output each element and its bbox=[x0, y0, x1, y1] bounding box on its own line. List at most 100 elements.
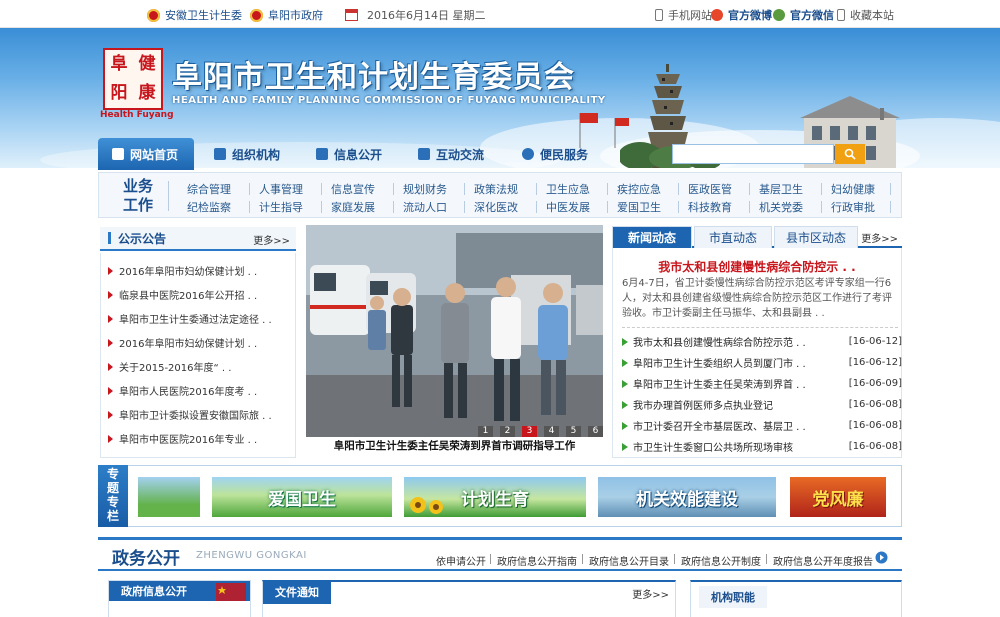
nav-info-disclosure[interactable]: 信息公开 bbox=[316, 138, 382, 170]
nav-services[interactable]: 便民服务 bbox=[522, 138, 588, 170]
arrow-icon bbox=[622, 442, 628, 451]
topic-patriotic-health[interactable]: 爱国卫生 bbox=[212, 477, 392, 517]
list-item[interactable]: 市卫生计生委窗口公共场所现场审核 [16-06-08] bbox=[622, 439, 902, 454]
weibo-link[interactable]: 官方微博 bbox=[711, 7, 772, 23]
announcements-list bbox=[100, 253, 296, 458]
mobile-site-link[interactable]: 手机网站 bbox=[655, 7, 712, 23]
list-item[interactable]: 关于2015-2016年度“ . . bbox=[108, 359, 298, 374]
business-link[interactable]: 深化医改 bbox=[474, 199, 518, 215]
list-item[interactable]: 2016年阜阳市妇幼保健计划 . . bbox=[108, 263, 298, 278]
nav-home[interactable]: 网站首页 bbox=[98, 138, 194, 170]
topic-banner-partial[interactable] bbox=[138, 477, 200, 517]
tab-org-functions[interactable]: 机构职能 bbox=[699, 586, 767, 608]
wechat-link[interactable]: 官方微信 bbox=[773, 7, 834, 23]
site-title: 阜阳市卫生和计划生育委员会 bbox=[172, 60, 575, 95]
news-summary: 6月4-7日，省卫计委慢性病综合防控示范区考评专家组一行6人，对太和县创建省级慢… bbox=[622, 278, 892, 319]
business-link[interactable]: 政策法规 bbox=[474, 181, 518, 197]
business-link[interactable]: 卫生应急 bbox=[546, 181, 590, 197]
list-item-date: [16-06-08] bbox=[848, 399, 902, 410]
slide-page-button[interactable]: 4 bbox=[544, 426, 559, 437]
business-title-line: 业务 bbox=[122, 177, 153, 195]
list-item[interactable]: 阜阳市卫计委拟设置安徽国际旅 . . bbox=[108, 407, 298, 422]
business-link[interactable]: 中医发展 bbox=[546, 199, 590, 215]
topic-family-planning[interactable]: 计划生育 bbox=[404, 477, 586, 517]
tab-county-news[interactable]: 县市区动态 bbox=[774, 226, 858, 248]
gov-link[interactable]: 政府信息公开指南 bbox=[497, 553, 577, 568]
arrow-icon bbox=[108, 338, 113, 347]
divider bbox=[168, 181, 169, 211]
business-link[interactable]: 科技教育 bbox=[688, 199, 732, 215]
list-item[interactable]: 阜阳市卫生计生委主任吴荣涛到界首 . . [16-06-09] bbox=[622, 376, 902, 391]
business-link[interactable]: 综合管理 bbox=[187, 181, 231, 197]
business-link[interactable]: 妇幼健康 bbox=[831, 181, 875, 197]
list-item[interactable]: 2016年阜阳市妇幼保健计划 . . bbox=[108, 335, 298, 350]
bookmark-link[interactable]: 收藏本站 bbox=[837, 7, 894, 23]
news-headline[interactable]: 我市太和县创建慢性病综合防控示 . . bbox=[612, 258, 902, 275]
slide-page-button[interactable]: 5 bbox=[566, 426, 581, 437]
arrow-icon bbox=[108, 410, 113, 419]
gov-info-tab[interactable]: 政府信息公开 bbox=[109, 581, 199, 601]
list-item[interactable]: 我市办理首例医师多点执业登记 [16-06-08] bbox=[622, 397, 902, 412]
nav-interaction[interactable]: 互动交流 bbox=[418, 138, 484, 170]
gov-link[interactable]: 政府信息公开制度 bbox=[681, 553, 761, 568]
site-title-english: HEALTH AND FAMILY PLANNING COMMISSION OF… bbox=[172, 95, 606, 106]
city-government-link[interactable]: 阜阳市政府 bbox=[250, 7, 323, 23]
news-slideshow-image[interactable] bbox=[306, 225, 603, 437]
divider bbox=[490, 554, 491, 564]
tab-file-notice[interactable]: 文件通知 bbox=[263, 580, 331, 604]
arrow-icon bbox=[108, 386, 113, 395]
slide-caption[interactable]: 阜阳市卫生计生委主任吴荣涛到界首市调研指导工作 bbox=[306, 438, 603, 453]
news-more-link[interactable]: 更多>> bbox=[861, 230, 898, 245]
list-item-title: 市卫生计生委窗口公共场所现场审核 bbox=[633, 443, 793, 454]
business-link[interactable]: 基层卫生 bbox=[759, 181, 803, 197]
calendar-icon bbox=[345, 9, 358, 21]
search-button[interactable] bbox=[835, 144, 865, 164]
gov-link[interactable]: 政府信息公开目录 bbox=[589, 553, 669, 568]
list-item[interactable]: 阜阳市卫生计生委通过法定途径 . . bbox=[108, 311, 298, 326]
topic-title: 机关效能建设 bbox=[636, 489, 738, 510]
search-input[interactable] bbox=[672, 144, 834, 164]
list-item[interactable]: 市卫计委召开全市基层医改、基层卫 . . [16-06-08] bbox=[622, 418, 902, 433]
logo-char: 阳 bbox=[110, 83, 128, 103]
list-item[interactable]: 阜阳市卫生计生委组织人员到厦门市 . . [16-06-12] bbox=[622, 355, 902, 370]
list-item[interactable]: 阜阳市人民医院2016年度考 . . bbox=[108, 383, 298, 398]
bookmark-icon bbox=[837, 9, 845, 21]
slide-page-button[interactable]: 2 bbox=[500, 426, 515, 437]
arrow-right-icon[interactable] bbox=[875, 551, 888, 564]
gov-link[interactable]: 依申请公开 bbox=[436, 553, 486, 568]
list-item[interactable]: 临泉县中医院2016年公开招 . . bbox=[108, 287, 298, 302]
file-notice-more-link[interactable]: 更多>> bbox=[632, 586, 669, 601]
site-logo[interactable]: 阜 健 阳 康 bbox=[103, 48, 163, 110]
news-tabs: 新闻动态 市直动态 县市区动态 更多>> bbox=[612, 226, 902, 248]
document-icon bbox=[316, 148, 328, 160]
business-link[interactable]: 信息宣传 bbox=[331, 181, 375, 197]
business-title-line: 工作 bbox=[122, 196, 153, 214]
business-link[interactable]: 规划财务 bbox=[403, 181, 447, 197]
list-item-title: 2016年阜阳市妇幼保健计划 . . bbox=[119, 339, 258, 350]
announcements-more-link[interactable]: 更多>> bbox=[253, 232, 290, 247]
gov-link[interactable]: 政府信息公开年度报告 bbox=[773, 553, 873, 568]
slide-page-button[interactable]: 6 bbox=[588, 426, 603, 437]
arrow-icon bbox=[108, 314, 113, 323]
province-commission-link[interactable]: 安徽卫生计生委 bbox=[147, 7, 242, 23]
topic-party-conduct[interactable]: 党风廉 bbox=[790, 477, 886, 517]
tab-city-news[interactable]: 市直动态 bbox=[694, 226, 772, 248]
list-item[interactable]: 我市太和县创建慢性病综合防控示范 . . [16-06-12] bbox=[622, 334, 902, 349]
business-link[interactable]: 行政审批 bbox=[831, 199, 875, 215]
topic-efficiency[interactable]: 机关效能建设 bbox=[598, 477, 776, 517]
tab-news[interactable]: 新闻动态 bbox=[612, 226, 692, 248]
business-link[interactable]: 机关党委 bbox=[759, 199, 803, 215]
nav-organization[interactable]: 组织机构 bbox=[214, 138, 280, 170]
business-link[interactable]: 纪检监察 bbox=[187, 199, 231, 215]
business-link[interactable]: 爱国卫生 bbox=[617, 199, 661, 215]
slide-page-button[interactable]: 3 bbox=[522, 426, 537, 437]
business-link[interactable]: 家庭发展 bbox=[331, 199, 375, 215]
slide-page-button[interactable]: 1 bbox=[478, 426, 493, 437]
business-link[interactable]: 疾控应急 bbox=[617, 181, 661, 197]
list-item[interactable]: 阜阳市中医医院2016年专业 . . bbox=[108, 431, 298, 446]
arrow-icon bbox=[622, 379, 628, 388]
business-link[interactable]: 流动人口 bbox=[403, 199, 447, 215]
business-link[interactable]: 医政医管 bbox=[688, 181, 732, 197]
business-link[interactable]: 人事管理 bbox=[259, 181, 303, 197]
business-link[interactable]: 计生指导 bbox=[259, 199, 303, 215]
